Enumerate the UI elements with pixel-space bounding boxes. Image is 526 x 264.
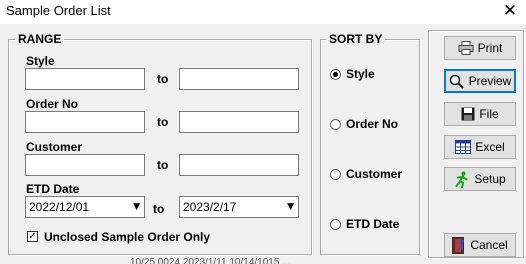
unclosed-checkbox-label[interactable]: Unclosed Sample Order Only xyxy=(44,230,210,244)
file-button[interactable]: File xyxy=(444,102,516,126)
print-button-label: Print xyxy=(477,41,503,55)
excel-button-label: Excel xyxy=(475,140,505,154)
sort-option-order-no[interactable]: Order No xyxy=(346,117,398,131)
chevron-down-icon[interactable]: ▼ xyxy=(133,201,140,213)
etd-date-to-value: 2023/2/17 xyxy=(183,200,237,214)
style-to-label: to xyxy=(157,72,169,86)
order-no-to-label: to xyxy=(157,115,169,129)
file-button-label: File xyxy=(479,107,499,121)
order-no-label: Order No xyxy=(26,97,79,111)
excel-button[interactable]: Excel xyxy=(444,135,516,159)
print-button[interactable]: Print xyxy=(444,36,516,60)
door-exit-icon xyxy=(452,236,466,254)
style-label: Style xyxy=(26,54,55,68)
style-from-input[interactable] xyxy=(25,68,145,90)
window-title: Sample Order List xyxy=(6,3,111,18)
unclosed-checkbox[interactable]: ✓ xyxy=(27,231,38,242)
preview-button[interactable]: Preview xyxy=(444,69,516,93)
running-man-icon xyxy=(454,171,470,188)
setup-button-label: Setup xyxy=(474,172,506,186)
etd-date-to-picker[interactable]: 2023/2/17 ▼ xyxy=(179,196,299,218)
range-group-title: RANGE xyxy=(15,32,65,46)
customer-label: Customer xyxy=(26,140,83,154)
radio-selected-dot xyxy=(333,72,338,77)
sort-by-group-title: SORT BY xyxy=(326,32,386,46)
etd-date-to-label: to xyxy=(153,202,165,216)
setup-button[interactable]: Setup xyxy=(444,167,516,191)
cancel-button[interactable]: Cancel xyxy=(444,233,516,257)
sort-radio-order-no[interactable] xyxy=(330,119,341,130)
sort-radio-etd-date[interactable] xyxy=(330,219,341,230)
excel-icon xyxy=(455,140,472,154)
sort-option-style[interactable]: Style xyxy=(346,67,375,81)
order-no-from-input[interactable] xyxy=(25,111,145,133)
chevron-down-icon[interactable]: ▼ xyxy=(287,201,294,213)
etd-date-from-value: 2022/12/01 xyxy=(29,200,90,214)
customer-to-input[interactable] xyxy=(179,154,299,176)
etd-date-label: ETD Date xyxy=(26,182,80,196)
floppy-disk-icon xyxy=(461,107,475,121)
preview-button-label: Preview xyxy=(468,74,512,88)
style-to-input[interactable] xyxy=(179,68,299,90)
background-table-fragment: 10/25 0024 2023/1/11 10/14/1015 ... xyxy=(130,258,291,264)
close-icon[interactable]: ✕ xyxy=(500,1,520,21)
printer-icon xyxy=(458,41,474,55)
etd-date-from-picker[interactable]: 2022/12/01 ▼ xyxy=(25,196,145,218)
order-no-to-input[interactable] xyxy=(179,111,299,133)
cancel-button-label: Cancel xyxy=(470,238,508,252)
sort-radio-style[interactable] xyxy=(330,69,341,80)
sort-radio-customer[interactable] xyxy=(330,169,341,180)
sort-option-customer[interactable]: Customer xyxy=(346,167,402,181)
customer-to-label: to xyxy=(157,158,169,172)
sort-option-etd-date[interactable]: ETD Date xyxy=(346,217,399,231)
customer-from-input[interactable] xyxy=(25,154,145,176)
magnifier-icon xyxy=(449,74,465,89)
